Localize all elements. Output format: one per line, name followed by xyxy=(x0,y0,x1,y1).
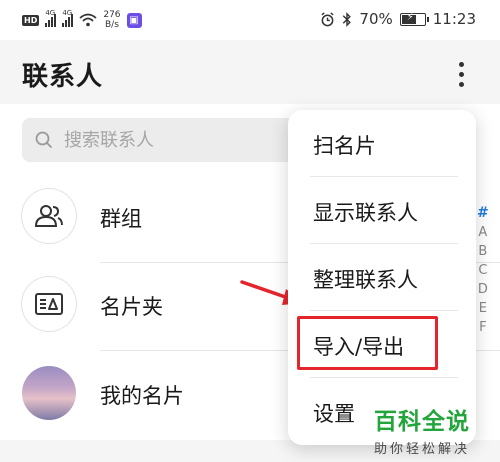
menu-item-label: 扫名片 xyxy=(313,134,376,158)
list-item-label: 名片夹 xyxy=(100,295,163,319)
watermark-logo: 百科全说 助你轻松解决 xyxy=(374,402,486,457)
bluetooth-icon xyxy=(343,11,352,27)
battery-percent: 70% xyxy=(359,10,393,28)
list-item-label: 群组 xyxy=(100,207,142,231)
menu-item-label: 整理联系人 xyxy=(313,268,418,292)
menu-item-organize-contacts[interactable]: 整理联系人 xyxy=(288,244,476,311)
index-letter[interactable]: D xyxy=(478,282,488,297)
index-letter[interactable]: E xyxy=(479,301,487,316)
search-input[interactable] xyxy=(62,128,286,152)
avatar xyxy=(22,366,76,420)
cell-signal-icon-2: 4G xyxy=(62,9,74,27)
overflow-menu: 扫名片 显示联系人 整理联系人 导入/导出 设置 xyxy=(288,110,476,445)
search-bar[interactable] xyxy=(22,118,312,162)
wifi-icon xyxy=(79,13,97,27)
signal-type-label: 4G xyxy=(45,9,56,17)
battery-icon: ⚡ xyxy=(399,12,429,26)
status-bar-right: 70% ⚡ 11:23 xyxy=(320,10,476,28)
index-letter[interactable]: # xyxy=(477,205,489,221)
watermark-title: 百科全说 xyxy=(374,409,470,435)
page-title: 联系人 xyxy=(22,62,104,92)
menu-item-display-contacts[interactable]: 显示联系人 xyxy=(288,177,476,244)
index-letter[interactable]: F xyxy=(479,320,486,335)
index-letter[interactable]: B xyxy=(478,244,487,259)
clock: 11:23 xyxy=(432,10,476,28)
notification-app-icon: ▣ xyxy=(126,12,142,28)
business-card-icon xyxy=(22,277,76,331)
more-options-button[interactable] xyxy=(448,57,474,91)
hd-badge: HD xyxy=(22,14,40,26)
menu-item-label: 设置 xyxy=(313,402,355,426)
network-speed: 276 B/s xyxy=(103,10,120,30)
menu-item-label: 显示联系人 xyxy=(313,201,418,225)
cell-signal-icon: 4G xyxy=(45,9,57,27)
watermark-subtitle: 助你轻松解决 xyxy=(374,442,471,457)
index-letter[interactable]: A xyxy=(478,225,487,240)
signal-type-label-2: 4G xyxy=(62,9,73,17)
network-speed-unit: B/s xyxy=(104,20,119,30)
highlight-box xyxy=(297,316,438,370)
alphabet-index[interactable]: # A B C D E F xyxy=(477,205,489,335)
group-icon xyxy=(22,189,76,243)
menu-item-scan-card[interactable]: 扫名片 xyxy=(288,110,476,177)
alarm-icon xyxy=(321,11,334,26)
network-speed-value: 276 xyxy=(103,10,121,20)
list-item-label: 我的名片 xyxy=(100,384,184,408)
status-bar-left: HD 4G 4G 276 B/s ▣ xyxy=(22,9,142,30)
search-icon xyxy=(35,131,53,149)
index-letter[interactable]: C xyxy=(478,263,487,278)
